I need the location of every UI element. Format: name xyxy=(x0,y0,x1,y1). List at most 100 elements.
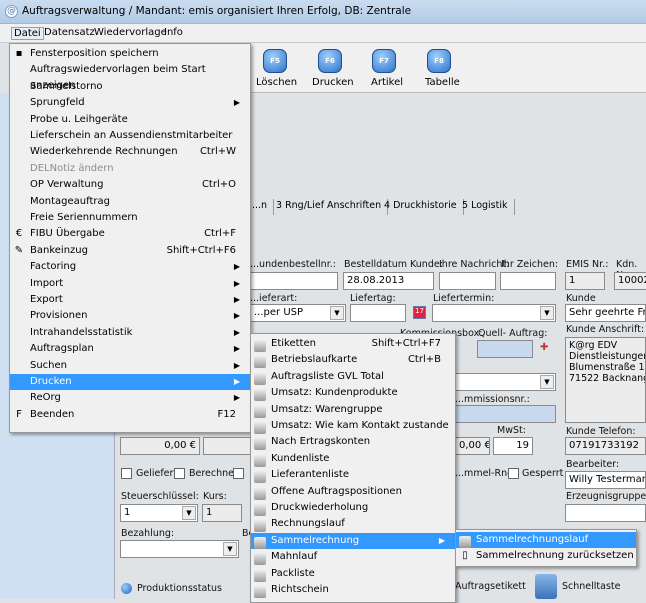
menu-item-auftragsliste-gvl-total[interactable]: Auftragsliste GVL Total xyxy=(251,369,455,385)
menu-item-packliste[interactable]: Packliste xyxy=(251,566,455,582)
gesperrt-checkbox[interactable] xyxy=(508,468,519,479)
checkbox[interactable] xyxy=(233,468,244,479)
bestelldatum-label: Bestelldatum Kunde: xyxy=(344,259,443,270)
menu-info[interactable]: Info xyxy=(162,27,185,38)
quell-auftrag-field[interactable] xyxy=(477,340,533,358)
bezahlung-select[interactable]: ▼ xyxy=(120,540,239,558)
menu-item-kundenliste[interactable]: Kundenliste xyxy=(251,451,455,467)
liefertermin-label: Liefertermin: xyxy=(433,293,495,304)
menu-item-sammelrechnung[interactable]: Sammelrechnung ▶ xyxy=(251,532,455,549)
menu-item-umsatz-warengruppe[interactable]: Umsatz: Warengruppe xyxy=(251,402,455,418)
menu-item-sprungfeld[interactable]: Sprungfeld ▶ xyxy=(10,95,250,111)
keyboard-icon[interactable] xyxy=(535,574,557,599)
menu-item-lieferschein-an-aussendienstmitarbeiter[interactable]: Lieferschein an Aussendienstmitarbeiter xyxy=(10,128,250,144)
menu-item-nach-ertragskonten[interactable]: Nach Ertragskonten xyxy=(251,434,455,451)
menu-item-richtschein[interactable]: Richtschein xyxy=(251,582,455,598)
chevron-down-icon[interactable]: ▼ xyxy=(330,306,344,320)
menu-item-lieferantenliste[interactable]: Lieferantenliste xyxy=(251,467,455,484)
menu-item-label: Drucken xyxy=(30,376,72,387)
produktionsstatus-label[interactable]: Produktionsstatus xyxy=(137,583,222,594)
liefertag-field[interactable] xyxy=(350,304,406,322)
jump-icon[interactable]: ✚ xyxy=(540,342,548,353)
menu-datei[interactable]: Datei xyxy=(11,27,44,40)
menu-item-op-verwaltung[interactable]: OP Verwaltung Ctrl+O xyxy=(10,177,250,193)
menu-item-offene-auftragspositionen[interactable]: Offene Auftragspositionen xyxy=(251,484,455,500)
menu-item-druckwiederholung[interactable]: Druckwiederholung xyxy=(251,500,455,516)
ihr-zeichen-field[interactable] xyxy=(500,272,556,290)
menu-item-sammelstorno[interactable]: Sammelstorno xyxy=(10,79,250,95)
berechnet-checkbox[interactable] xyxy=(174,468,185,479)
chevron-down-icon[interactable]: ▼ xyxy=(540,306,554,320)
printer-icon xyxy=(254,422,266,434)
liefertermin-select[interactable]: ▼ xyxy=(432,304,556,322)
f7-article-button[interactable]: F7 xyxy=(372,49,396,73)
f6-print-button[interactable]: F6 xyxy=(318,49,342,73)
bearbeiter-field[interactable]: Willy Testermann xyxy=(565,471,646,489)
select-field[interactable]: ▼ xyxy=(455,373,556,391)
kurs-label: Kurs: xyxy=(203,491,227,502)
menu-item-mahnlauf[interactable]: Mahnlauf xyxy=(251,549,455,566)
menu-item-umsatz-kundenprodukte[interactable]: Umsatz: Kundenprodukte xyxy=(251,385,455,402)
drucken-submenu: Etiketten Shift+Ctrl+F7 Betriebslaufkarte C… xyxy=(250,333,456,603)
menu-item-rechnungslauf[interactable]: Rechnungslauf xyxy=(251,516,455,533)
kundenbestellnr-field[interactable] xyxy=(250,272,338,290)
schnelltaste-button[interactable]: Schnelltaste xyxy=(562,581,620,592)
menu-item-wiederkehrende-rechnungen[interactable]: Wiederkehrende Rechnungen Ctrl+W xyxy=(10,144,250,160)
geliefert-checkbox[interactable] xyxy=(121,468,132,479)
menu-item-label: Sprungfeld xyxy=(30,97,85,109)
f5-delete-button[interactable]: F5 xyxy=(263,49,287,73)
menu-item-umsatz-wie-kam-kontakt-zustande[interactable]: Umsatz: Wie kam Kontakt zustande xyxy=(251,418,455,434)
ansprechpartner-field[interactable]: Sehr geehrte Frau B... xyxy=(565,304,646,322)
kommissionsnr-field[interactable] xyxy=(455,405,556,423)
menu-item-export[interactable]: Export ▶ xyxy=(10,292,250,308)
steuerschluessel-select[interactable]: 1 ▼ xyxy=(120,504,198,522)
menu-item-intrahandelsstatistik[interactable]: Intrahandelsstatistik ▶ xyxy=(10,325,250,341)
menu-item-label: Rechnungslauf xyxy=(271,518,345,530)
tab-logistik[interactable]: 5 Logistik xyxy=(456,199,515,215)
menu-item-auftragsplan[interactable]: Auftragsplan ▶ xyxy=(10,341,250,357)
menu-item-beenden[interactable]: F Beenden F12 xyxy=(10,407,250,423)
menu-item-label: Wiederkehrende Rechnungen xyxy=(30,146,178,158)
shortcut-label: Ctrl+F xyxy=(204,228,236,240)
menu-item-factoring[interactable]: Factoring ▶ xyxy=(10,259,250,275)
menu-item-freie-seriennummern[interactable]: Freie Seriennummern xyxy=(10,210,250,226)
menu-item-fibu-übergabe[interactable]: € FIBU Übergabe Ctrl+F xyxy=(10,226,250,242)
ihre-nachricht-field[interactable] xyxy=(439,272,496,290)
mwst-field[interactable]: 19 xyxy=(493,437,533,455)
menu-item-betriebslaufkarte[interactable]: Betriebslaufkarte Ctrl+B xyxy=(251,352,455,369)
sammel-rng-label: ...mmel-Rng. xyxy=(455,468,517,479)
menu-item-drucken[interactable]: Drucken ▶ xyxy=(10,374,250,390)
menu-item-bankeinzug[interactable]: ✎ Bankeinzug Shift+Ctrl+F6 xyxy=(10,243,250,259)
menu-item-label: Betriebslaufkarte xyxy=(271,354,358,366)
menu-item-suchen[interactable]: Suchen ▶ xyxy=(10,358,250,374)
kundenbestellnr-label: ...undenbestellnr.: xyxy=(250,259,336,270)
bestelldatum-field[interactable]: 28.08.2013 xyxy=(343,272,434,290)
anschrift-field: K@rg EDV Dienstleistungen Gm... Blumenst… xyxy=(565,337,646,423)
f8-table-button[interactable]: F8 xyxy=(427,49,451,73)
tab-anschriften[interactable]: 3 Rng/Lief Anschriften xyxy=(270,199,389,215)
menu-item-label: Fensterposition speichern xyxy=(30,48,159,59)
chevron-down-icon[interactable]: ▼ xyxy=(182,506,196,520)
menu-item-auftragswiedervorlagen-beim-start-anzeigen[interactable]: Auftragswiedervorlagen beim Start anzeig… xyxy=(10,62,250,91)
menu-item-import[interactable]: Import ▶ xyxy=(10,276,250,292)
menu-item-sammelrechnungslauf[interactable]: Sammelrechnungslauf xyxy=(456,532,636,548)
menu-item-sammelrechnung-zurücksetzen[interactable]: ▯ Sammelrechnung zurücksetzen xyxy=(456,548,636,564)
erzeugnisgruppe-field[interactable] xyxy=(565,504,646,522)
telefon-label: Kunde Telefon: xyxy=(566,426,636,437)
menu-item-reorg[interactable]: ReOrg ▶ xyxy=(10,390,250,406)
menu-item-delnotiz-ändern[interactable]: DELNotiz ändern xyxy=(10,161,250,177)
calendar-icon[interactable]: 17 xyxy=(413,306,426,319)
menu-item-montageauftrag[interactable]: Montageauftrag xyxy=(10,194,250,210)
menu-datensatz[interactable]: Datensatz xyxy=(42,27,97,38)
lieferart-select[interactable]: ...per USP ▼ xyxy=(250,304,346,322)
menu-item-etiketten[interactable]: Etiketten Shift+Ctrl+F7 xyxy=(251,336,455,352)
menu-item-label: Probe u. Leihgeräte xyxy=(30,113,128,125)
chevron-down-icon[interactable]: ▼ xyxy=(223,542,237,556)
menu-item-fensterposition-speichern[interactable]: ▪ Fensterposition speichern xyxy=(10,46,250,62)
menu-item-probe-u-leihgeräte[interactable]: Probe u. Leihgeräte xyxy=(10,112,250,128)
auftragsetikett-button[interactable]: Auftragsetikett xyxy=(455,581,526,592)
tab-druckhistorie[interactable]: 4 Druckhistorie xyxy=(378,199,464,215)
menu-wiedervorlage[interactable]: Wiedervorlage xyxy=(92,27,169,38)
chevron-down-icon[interactable]: ▼ xyxy=(540,375,554,389)
menu-item-provisionen[interactable]: Provisionen ▶ xyxy=(10,308,250,324)
